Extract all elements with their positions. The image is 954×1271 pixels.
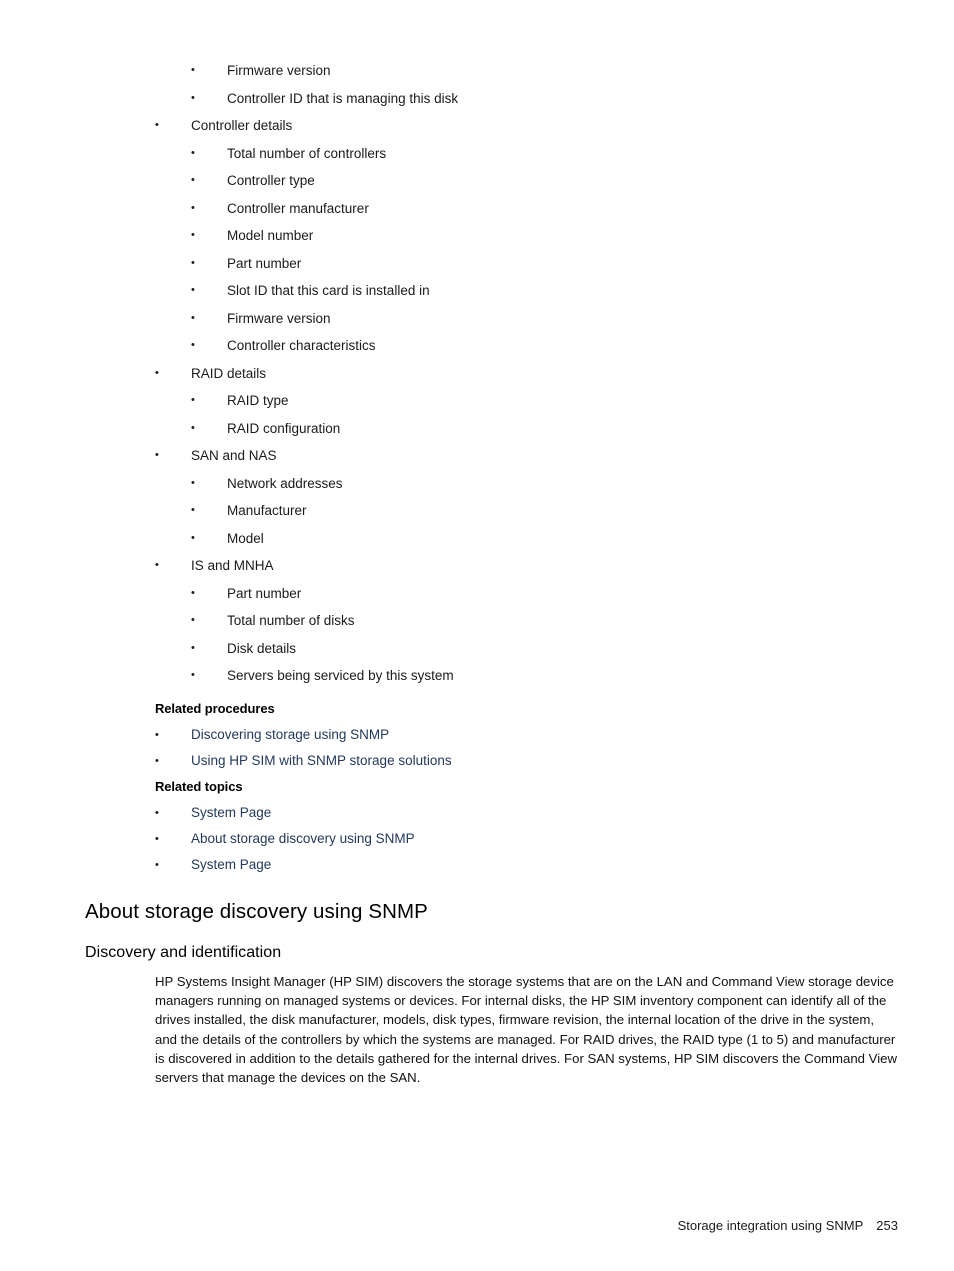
bullet-icon: • [155,755,159,767]
bullet-icon: • [155,859,159,871]
outline-item-label: Servers being serviced by this system [227,668,454,683]
outline-item-label: Model number [227,228,314,243]
document-page: • Firmware version • Controller ID that is … [0,0,954,1271]
bullet-icon: • [191,421,195,434]
list-item: • About storage discovery using SNMP [0,826,954,852]
outline-item-level-2: • Model [0,525,954,553]
outline-item-level-1: • IS and MNHA [0,552,954,580]
outline-item-level-2: • Controller ID that is managing this dis… [0,85,954,113]
footer-chapter-title: Storage integration using SNMP [677,1218,864,1233]
outline-item-level-2: • Part number [0,580,954,608]
outline-item-label: Slot ID that this card is installed in [227,283,430,298]
outline-item-level-2: • Controller type [0,167,954,195]
bullet-icon: • [191,64,195,76]
outline-item-level-2: • RAID configuration [0,415,954,443]
related-procedures-heading: Related procedures [155,701,275,716]
related-topic-link-2[interactable]: System Page [191,857,271,872]
outline-item-label: Manufacturer [227,503,307,518]
list-item: • Discovering storage using SNMP [0,722,954,748]
outline-item-level-2: • Model number [0,222,954,250]
outline-item-level-2: • Firmware version [0,305,954,333]
outline-item-label: SAN and NAS [191,448,277,463]
bullet-icon: • [191,284,195,296]
related-sections: Related procedures • Discovering storage … [0,696,954,878]
outline-item-label: Controller type [227,173,315,188]
bullet-icon: • [191,201,195,214]
page-title: About storage discovery using SNMP [85,900,428,923]
bullet-icon: • [191,339,195,351]
outline-item-level-2: • Total number of disks [0,607,954,635]
bullet-icon: • [155,559,159,571]
outline-item-level-2: • Controller characteristics [0,332,954,360]
outline-item-level-2: • Servers being serviced by this system [0,662,954,690]
outline-item-level-2: • Controller manufacturer [0,195,954,223]
bullet-icon: • [191,614,195,626]
outline-item-level-2: • Firmware version [0,57,954,85]
outline-item-label: Network addresses [227,475,343,491]
bullet-icon: • [191,504,195,516]
bullet-icon: • [155,366,159,379]
bullet-icon: • [155,449,159,461]
bullet-icon: • [191,146,195,159]
outline-item-level-2: • Total number of controllers [0,140,954,168]
outline-item-label: RAID type [227,393,289,408]
outline-item-label: Part number [227,255,302,271]
bullet-icon: • [155,833,159,845]
bullet-icon: • [155,729,159,741]
section-subtitle: Discovery and identification [85,944,282,961]
outline-item-level-1: • SAN and NAS [0,442,954,470]
outline-item-level-2: • Part number [0,250,954,278]
list-item: • System Page [0,852,954,878]
outline-item-label: Part number [227,585,302,601]
outline-item-level-1: • Controller details [0,112,954,140]
bullet-icon: • [191,174,195,186]
feature-outline-list: • Firmware version • Controller ID that is … [0,57,954,690]
bullet-icon: • [191,394,195,406]
outline-item-label: Controller details [191,118,293,133]
outline-item-label: Controller characteristics [227,338,376,353]
bullet-icon: • [191,641,195,654]
bullet-icon: • [191,256,195,269]
bullet-icon: • [191,586,195,599]
list-item: • Using HP SIM with SNMP storage solution… [0,748,954,774]
outline-item-level-1: • RAID details [0,360,954,388]
outline-item-level-2: • Manufacturer [0,497,954,525]
related-procedure-link-0[interactable]: Discovering storage using SNMP [191,727,389,742]
related-procedure-link-1[interactable]: Using HP SIM with SNMP storage solutions [191,753,452,768]
bullet-icon: • [191,311,195,324]
outline-item-label: RAID configuration [227,420,341,436]
bullet-icon: • [155,807,159,819]
bullet-icon: • [191,476,195,489]
footer-page-number: 253 [876,1218,898,1233]
outline-item-level-2: • Slot ID that this card is installed in [0,277,954,305]
related-topics-heading: Related topics [155,779,243,794]
outline-item-level-2: • Network addresses [0,470,954,498]
outline-item-label: Firmware version [227,63,331,78]
outline-item-label: Controller ID that is managing this disk [227,90,459,106]
related-topic-link-0[interactable]: System Page [191,805,271,820]
outline-root: • Firmware version • Controller ID that is … [0,57,954,690]
bullet-icon: • [155,119,159,131]
outline-item-level-2: • Disk details [0,635,954,663]
outline-item-label: RAID details [191,365,267,381]
related-procedures-list: • Discovering storage using SNMP • Using HP… [0,722,954,774]
related-topic-link-1[interactable]: About storage discovery using SNMP [191,831,415,846]
outline-item-level-2: • RAID type [0,387,954,415]
outline-item-label: Disk details [227,640,297,656]
outline-item-label: IS and MNHA [191,558,274,573]
bullet-icon: • [191,91,195,104]
outline-item-label: Firmware version [227,310,331,326]
list-item: • System Page [0,800,954,826]
outline-item-label: Total number of controllers [227,145,387,161]
bullet-icon: • [191,669,195,681]
related-topics-list: • System Page • About storage discovery usi… [0,800,954,878]
bullet-icon: • [191,531,195,544]
bullet-icon: • [191,229,195,241]
outline-item-label: Total number of disks [227,613,355,628]
body-paragraph: HP Systems Insight Manager (HP SIM) disc… [155,974,898,1086]
outline-item-label: Model [227,530,264,546]
outline-item-label: Controller manufacturer [227,200,369,216]
page-footer: Storage integration using SNMP 253 [0,1217,898,1235]
